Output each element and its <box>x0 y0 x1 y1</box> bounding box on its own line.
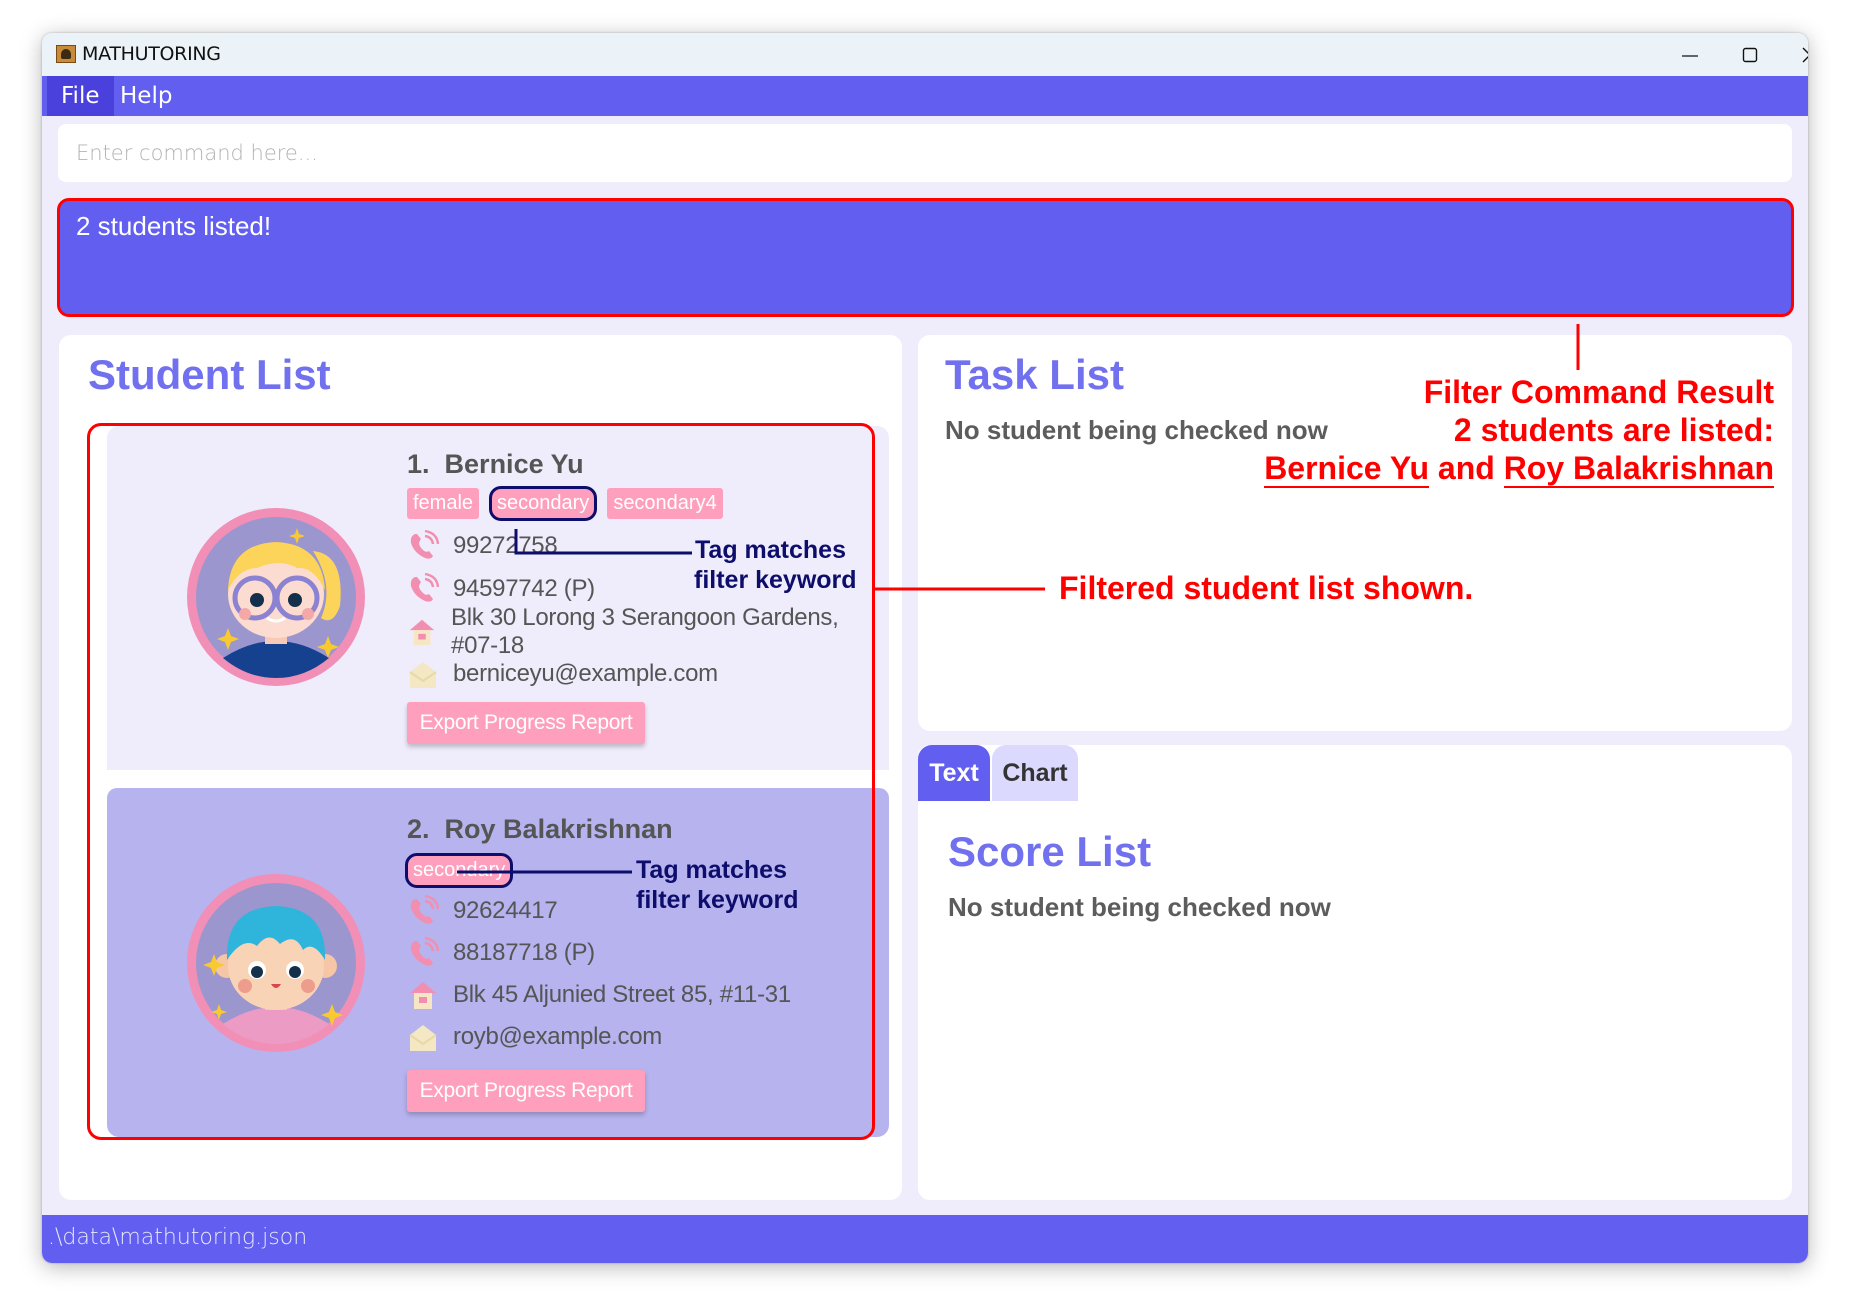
filter-result-annotation: Filter Command Result 2 students are lis… <box>1264 374 1774 488</box>
annotation-name-1: Bernice Yu <box>1264 450 1430 488</box>
filtered-list-annotation: Filtered student list shown. <box>1059 570 1474 606</box>
annotation-connector-lines <box>457 324 1580 874</box>
annotation-name-2: Roy Balakrishnan <box>1503 450 1774 488</box>
tag-match-connector-1 <box>514 529 692 555</box>
tag-match-annotation-2: Tag matches filter keyword <box>636 856 799 914</box>
tag-match-annotation-1: Tag matches filter keyword <box>694 536 857 594</box>
app-window: MATHUTORING File Help 2 students listed!… <box>42 33 1808 1263</box>
